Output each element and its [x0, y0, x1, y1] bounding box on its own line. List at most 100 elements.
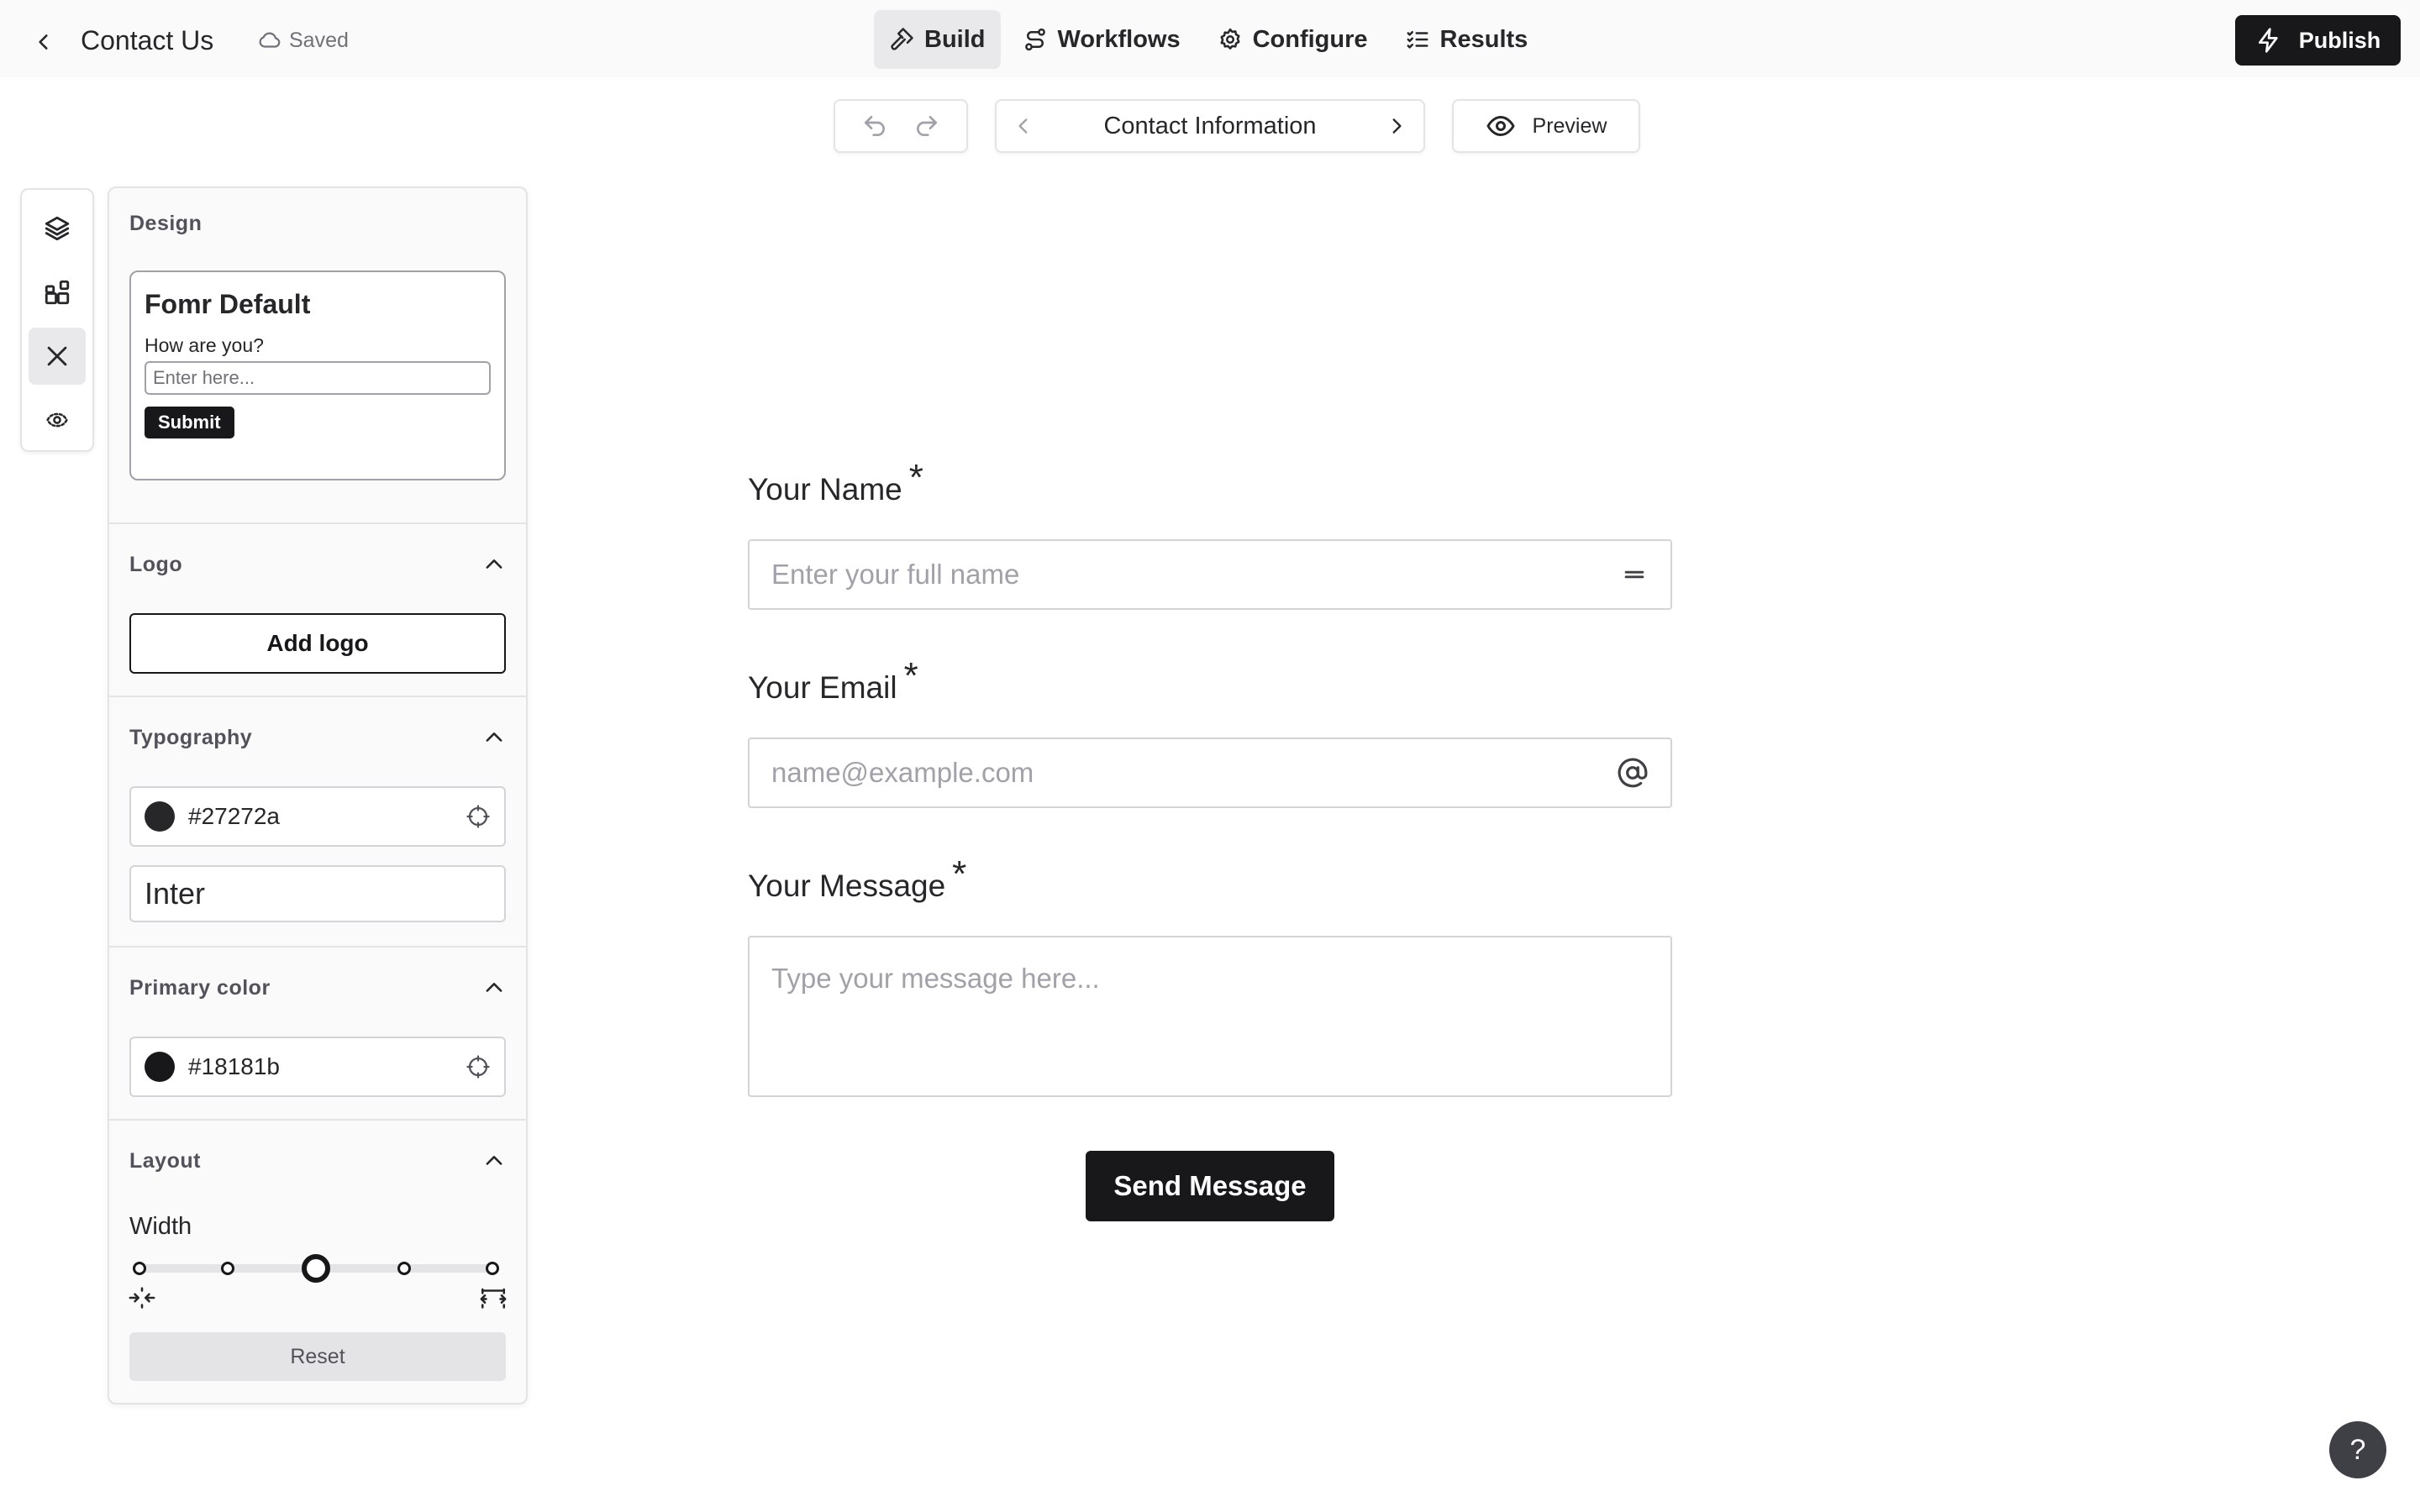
width-slider-stop[interactable]	[486, 1262, 499, 1275]
chevron-up-icon	[486, 1156, 502, 1165]
width-slider-stop[interactable]	[397, 1262, 411, 1275]
hammer-icon	[891, 28, 913, 50]
editor-rail	[20, 188, 94, 452]
layout-title: Layout	[129, 1148, 201, 1173]
typography-section: Typography #27272a Inter	[109, 697, 526, 948]
logo-section: Logo Add logo	[109, 524, 526, 697]
save-status: Saved	[257, 25, 349, 55]
top-bar: Contact Us Saved Build Workflows Configu…	[0, 0, 2420, 77]
history-controls	[834, 99, 968, 153]
layout-section: Layout Width Reset	[109, 1121, 526, 1403]
logo-section-header[interactable]: Logo	[129, 548, 506, 581]
tab-results-label: Results	[1439, 25, 1528, 53]
required-marker: *	[908, 457, 923, 498]
tab-build[interactable]: Build	[874, 10, 1001, 69]
logo-title: Logo	[129, 552, 183, 576]
gear-icon	[1220, 28, 1240, 50]
primary-color-title: Primary color	[129, 975, 271, 1000]
help-button[interactable]: ?	[2329, 1421, 2386, 1478]
workflow-icon	[1024, 28, 1045, 51]
undo-button[interactable]	[858, 109, 892, 143]
publish-button[interactable]: Publish	[2235, 15, 2401, 66]
chevron-left-icon	[1018, 118, 1028, 134]
tab-workflows-label: Workflows	[1057, 25, 1181, 53]
message-label-text: Your Message	[748, 869, 946, 903]
text-color-value: #27272a	[188, 803, 281, 829]
name-input[interactable]: Enter your full name	[748, 539, 1672, 610]
main-tabs: Build Workflows Configure Results	[874, 10, 1543, 69]
reset-layout-button[interactable]: Reset	[129, 1332, 506, 1381]
color-picker-icon[interactable]	[466, 1054, 491, 1079]
theme-sample-submit: Submit	[145, 407, 234, 438]
email-input-placeholder: name@example.com	[771, 757, 1034, 788]
width-slider[interactable]	[133, 1254, 499, 1283]
layers-icon	[45, 216, 70, 241]
width-slider-stop[interactable]	[221, 1262, 234, 1275]
text-color-field[interactable]: #27272a	[129, 786, 506, 847]
text-color-swatch[interactable]	[145, 801, 175, 832]
width-slider-thumb[interactable]	[302, 1254, 330, 1283]
expand-width-icon	[480, 1288, 507, 1309]
current-page-name[interactable]: Contact Information	[1103, 113, 1316, 140]
add-block-icon	[45, 280, 70, 305]
next-page-button[interactable]	[1380, 109, 1413, 143]
email-label-text: Your Email	[748, 670, 897, 705]
save-status-text: Saved	[289, 29, 349, 52]
add-block-button[interactable]	[29, 264, 86, 321]
close-design-button[interactable]	[29, 328, 86, 385]
design-panel: Design Fomr Default How are you? Enter h…	[108, 186, 528, 1404]
primary-color-value: #18181b	[188, 1053, 281, 1079]
chevron-right-icon	[1392, 118, 1402, 134]
close-icon	[47, 346, 67, 366]
tab-configure-label: Configure	[1252, 25, 1368, 53]
lightning-icon	[2258, 28, 2278, 53]
design-title: Design	[129, 211, 203, 235]
previous-page-button[interactable]	[1007, 109, 1040, 143]
tab-results[interactable]: Results	[1390, 10, 1544, 69]
primary-color-section: Primary color #18181b	[109, 948, 526, 1121]
publish-label: Publish	[2298, 27, 2381, 53]
tab-configure[interactable]: Configure	[1202, 10, 1383, 69]
redo-button[interactable]	[910, 109, 944, 143]
theme-card[interactable]: Fomr Default How are you? Enter here... …	[129, 270, 506, 480]
font-family-select[interactable]: Inter	[129, 865, 506, 922]
primary-color-swatch[interactable]	[145, 1052, 175, 1082]
back-button[interactable]	[25, 24, 62, 60]
chevron-left-icon	[39, 34, 48, 50]
cloud-icon	[259, 32, 281, 48]
logic-icon	[46, 412, 68, 428]
color-picker-icon[interactable]	[466, 804, 491, 829]
logic-button[interactable]	[29, 391, 86, 449]
preview-button[interactable]: Preview	[1452, 99, 1640, 153]
name-field-label: Your Name *	[748, 457, 923, 509]
theme-sample-question: How are you?	[145, 334, 264, 356]
email-input[interactable]: name@example.com	[748, 738, 1672, 808]
short-text-icon	[1624, 570, 1644, 579]
name-input-placeholder: Enter your full name	[771, 559, 1020, 590]
add-logo-button[interactable]: Add logo	[129, 613, 506, 674]
typography-title: Typography	[129, 725, 253, 749]
page-navigator: Contact Information	[995, 99, 1425, 153]
tab-workflows[interactable]: Workflows	[1007, 10, 1196, 69]
send-message-button[interactable]: Send Message	[1086, 1151, 1334, 1221]
required-marker: *	[952, 853, 967, 895]
primary-color-field[interactable]: #18181b	[129, 1037, 506, 1097]
message-textarea[interactable]: Type your message here...	[748, 936, 1672, 1097]
form-title[interactable]: Contact Us	[81, 24, 213, 57]
theme-name: Fomr Default	[145, 289, 311, 319]
chevron-up-icon	[486, 983, 502, 992]
layers-button[interactable]	[29, 200, 86, 257]
required-marker: *	[903, 655, 918, 696]
redo-icon	[917, 116, 937, 136]
typography-section-header[interactable]: Typography	[129, 721, 506, 754]
chevron-up-icon	[486, 732, 502, 742]
collapse-width-icon	[129, 1287, 155, 1309]
at-sign-icon	[1618, 758, 1648, 788]
layout-section-header[interactable]: Layout	[129, 1144, 506, 1178]
primary-color-section-header[interactable]: Primary color	[129, 971, 506, 1005]
width-label: Width	[129, 1213, 192, 1240]
undo-icon	[865, 116, 885, 136]
message-textarea-placeholder: Type your message here...	[771, 963, 1100, 994]
chevron-up-icon	[486, 559, 502, 569]
width-slider-stop[interactable]	[133, 1262, 146, 1275]
